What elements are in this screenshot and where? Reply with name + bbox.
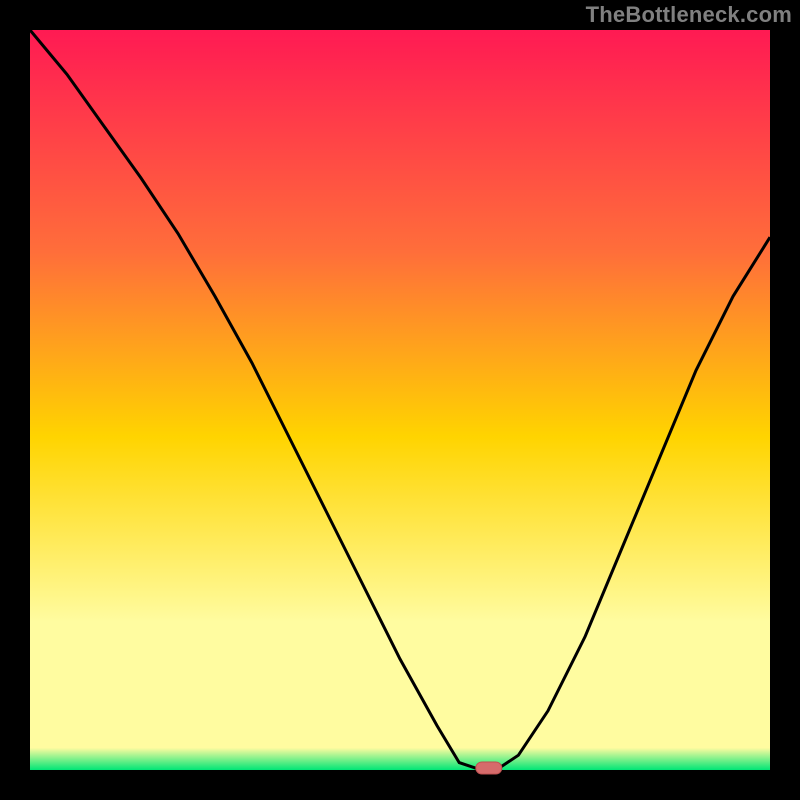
attribution-text: TheBottleneck.com	[586, 2, 792, 28]
chart-frame: TheBottleneck.com	[0, 0, 800, 800]
optimal-point-marker	[476, 762, 502, 774]
bottleneck-chart	[0, 0, 800, 800]
